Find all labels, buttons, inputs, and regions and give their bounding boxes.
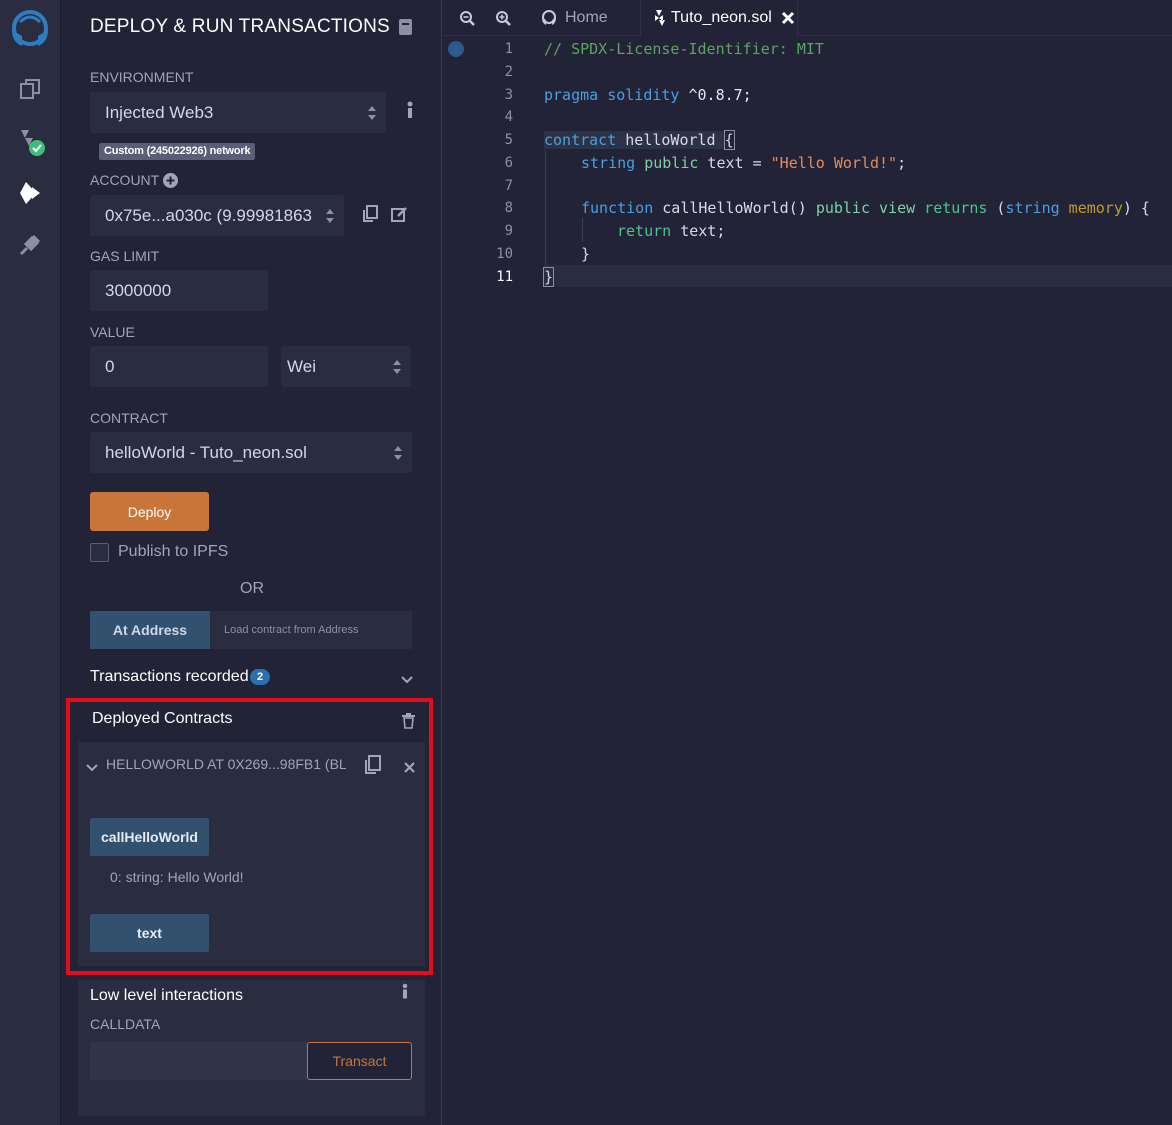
add-account-icon[interactable] xyxy=(163,173,178,188)
environment-label: ENVIRONMENT xyxy=(90,69,194,85)
documentation-icon[interactable] xyxy=(398,18,414,36)
select-arrows-icon xyxy=(393,359,401,374)
line-number: 4 xyxy=(504,109,513,125)
select-arrows-icon xyxy=(394,445,402,460)
publish-ipfs-label: Publish to IPFS xyxy=(118,543,229,560)
network-badge: Custom (245022926) network xyxy=(99,143,256,160)
account-select[interactable]: 0x75e...a030c (9.99981863 xyxy=(90,195,344,236)
zoom-in-icon[interactable] xyxy=(495,10,512,27)
contract-value: helloWorld - Tuto_neon.sol xyxy=(105,442,307,462)
editor: Home Tuto_neon.sol 1 2 3 4 5 6 7 8 9 10 … xyxy=(443,0,1172,1125)
highlight-box xyxy=(66,698,433,975)
contract-select[interactable]: helloWorld - Tuto_neon.sol xyxy=(90,432,412,473)
breakpoint-marker[interactable] xyxy=(448,41,464,57)
plugin-manager-icon[interactable] xyxy=(13,228,47,262)
deploy-run-panel: DEPLOY & RUN TRANSACTIONS ENVIRONMENT In… xyxy=(62,0,442,1125)
gas-limit-input[interactable]: 3000000 xyxy=(90,270,268,311)
panel-title: DEPLOY & RUN TRANSACTIONS xyxy=(90,16,390,37)
code-line[interactable]: } xyxy=(581,243,590,265)
value-unit: Wei xyxy=(287,356,316,376)
indent-guide xyxy=(545,150,546,265)
value-amount: 0 xyxy=(105,356,115,376)
transactions-recorded-label[interactable]: Transactions recorded xyxy=(90,668,249,686)
code-line[interactable]: return text; xyxy=(617,220,725,242)
code-line[interactable]: } xyxy=(542,266,555,288)
publish-ipfs-checkbox[interactable] xyxy=(90,543,109,562)
chevron-down-icon[interactable] xyxy=(401,672,413,684)
contract-label: CONTRACT xyxy=(90,410,168,426)
tab-tuto-neon-sol[interactable]: Tuto_neon.sol xyxy=(640,0,798,36)
remix-logo-icon[interactable] xyxy=(6,8,54,52)
gas-limit-value: 3000000 xyxy=(105,280,172,300)
indent-guide xyxy=(582,218,583,242)
line-number: 9 xyxy=(504,223,513,239)
line-number: 11 xyxy=(496,269,513,285)
tab-home-label: Home xyxy=(565,9,608,26)
line-number: 7 xyxy=(504,178,513,194)
line-number: 2 xyxy=(504,64,513,80)
solidity-compiler-icon[interactable] xyxy=(13,124,47,158)
at-address-button[interactable]: At Address xyxy=(90,611,210,649)
at-address-input[interactable]: Load contract from Address xyxy=(210,611,412,649)
icon-rail xyxy=(0,0,61,1125)
remix-logo-icon xyxy=(542,10,556,25)
active-line-highlight xyxy=(544,265,1172,287)
line-number: 8 xyxy=(504,200,513,216)
zoom-out-icon[interactable] xyxy=(459,10,476,27)
code-line[interactable]: contract helloWorld { xyxy=(544,129,735,151)
info-icon[interactable] xyxy=(406,101,414,119)
deploy-run-icon[interactable] xyxy=(13,176,47,210)
calldata-input[interactable] xyxy=(90,1042,307,1080)
solidity-icon xyxy=(655,10,665,26)
value-unit-select[interactable]: Wei xyxy=(281,346,411,387)
code-line[interactable]: pragma solidity ^0.8.7; xyxy=(544,84,752,106)
close-tab-icon[interactable] xyxy=(781,11,795,25)
deploy-button[interactable]: Deploy xyxy=(90,492,209,531)
code-line[interactable]: function callHelloWorld() public view re… xyxy=(581,197,1150,219)
account-label: ACCOUNT xyxy=(90,172,160,188)
environment-value: Injected Web3 xyxy=(105,102,214,122)
tab-home[interactable]: Home xyxy=(539,0,639,36)
info-icon[interactable] xyxy=(401,983,409,999)
calldata-label: CALLDATA xyxy=(90,1016,161,1032)
edit-account-icon[interactable] xyxy=(391,206,408,223)
line-number: 5 xyxy=(504,132,513,148)
select-arrows-icon xyxy=(326,208,334,223)
code-line[interactable]: string public text = "Hello World!"; xyxy=(581,152,906,174)
tab-file-label: Tuto_neon.sol xyxy=(671,9,772,26)
copy-account-icon[interactable] xyxy=(362,205,378,223)
select-arrows-icon xyxy=(368,105,376,120)
gas-limit-label: GAS LIMIT xyxy=(90,248,160,264)
value-input[interactable]: 0 xyxy=(90,346,268,387)
transactions-count-badge: 2 xyxy=(250,669,270,685)
line-number: 3 xyxy=(504,87,513,103)
line-number: 10 xyxy=(496,246,513,262)
low-level-label: Low level interactions xyxy=(90,987,243,1004)
or-label: OR xyxy=(240,580,264,597)
file-explorer-icon[interactable] xyxy=(13,72,47,106)
line-number: 1 xyxy=(504,41,513,57)
line-number: 6 xyxy=(504,155,513,171)
transact-button[interactable]: Transact xyxy=(307,1042,412,1080)
account-value: 0x75e...a030c (9.99981863 xyxy=(105,205,313,225)
code-line[interactable]: // SPDX-License-Identifier: MIT xyxy=(544,38,824,60)
environment-select[interactable]: Injected Web3 xyxy=(90,92,386,133)
value-label: VALUE xyxy=(90,324,135,340)
tab-bar: Home Tuto_neon.sol xyxy=(443,0,1172,36)
